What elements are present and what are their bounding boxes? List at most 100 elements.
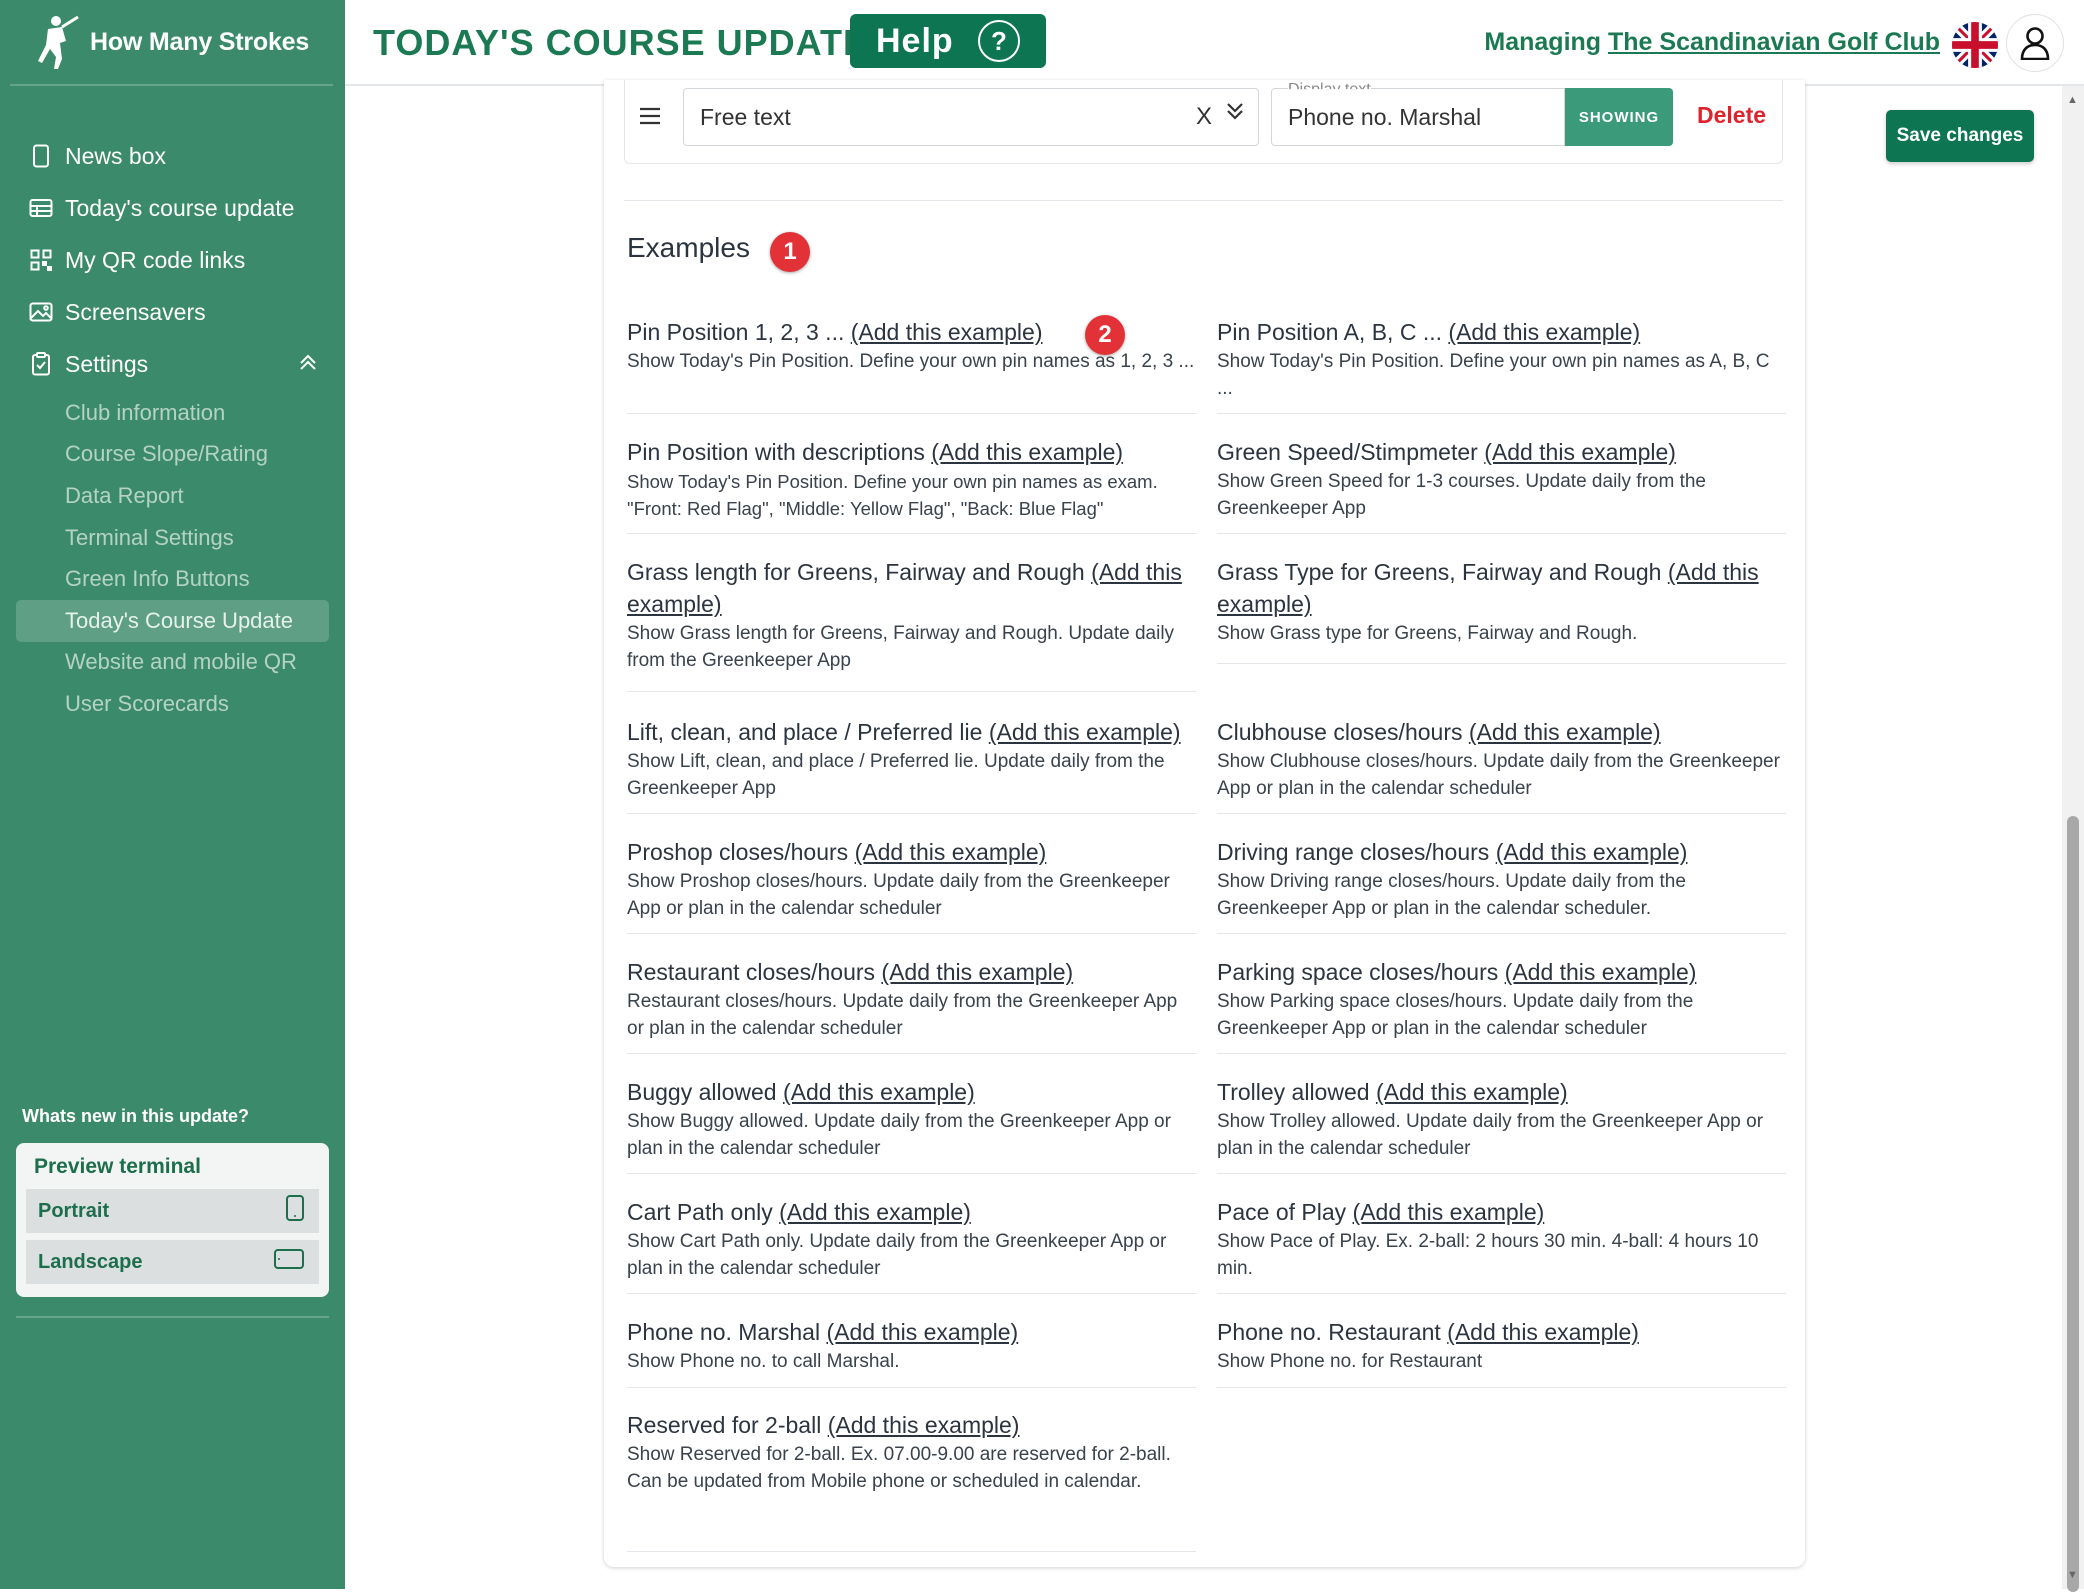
user-avatar-icon[interactable] (2006, 14, 2064, 72)
whats-new-link[interactable]: Whats new in this update? (22, 1106, 249, 1127)
example-title: Clubhouse closes/hours (1217, 719, 1463, 745)
sidebar-sub-terminal-settings[interactable]: Terminal Settings (0, 517, 345, 559)
add-example-link[interactable]: (Add this example) (1447, 1319, 1639, 1345)
example-item: Trolley allowed (Add this example) Show … (1217, 1076, 1786, 1174)
sidebar-item-settings[interactable]: Settings (0, 338, 345, 390)
example-desc: Show Trolley allowed. Update daily from … (1217, 1111, 1764, 1159)
clipboard-icon (28, 351, 54, 377)
add-example-link[interactable]: (Add this example) (931, 439, 1123, 465)
example-desc: Show Cart Path only. Update daily from t… (627, 1231, 1167, 1279)
example-item: Phone no. Marshal (Add this example) Sho… (627, 1316, 1196, 1388)
clear-select-button[interactable]: X (1196, 103, 1212, 131)
top-bar: TODAY'S COURSE UPDATE Help ? Managing Th… (345, 0, 2084, 86)
save-changes-button[interactable]: Save changes (1886, 110, 2034, 162)
example-desc: Show Buggy allowed. Update daily from th… (627, 1111, 1171, 1159)
sidebar-sub-course-slope-rating[interactable]: Course Slope/Rating (0, 434, 345, 476)
example-item: Pin Position A, B, C ... (Add this examp… (1217, 316, 1786, 414)
managing-prefix: Managing (1484, 28, 1602, 56)
example-item: Proshop closes/hours (Add this example) … (627, 836, 1196, 934)
example-desc: Show Pace of Play. Ex. 2-ball: 2 hours 3… (1217, 1231, 1759, 1279)
landscape-tablet-icon (273, 1248, 305, 1276)
add-example-link[interactable]: (Add this example) (1353, 1199, 1545, 1225)
add-example-link[interactable]: (Add this example) (1505, 959, 1697, 985)
example-desc: Show Lift, clean, and place / Preferred … (627, 751, 1165, 799)
display-text-input[interactable]: Display text Phone no. Marshal (1271, 81, 1565, 146)
example-title: Reserved for 2-ball (627, 1412, 822, 1438)
example-desc: Show Grass length for Greens, Fairway an… (627, 623, 1175, 671)
example-desc: Show Proshop closes/hours. Update daily … (627, 871, 1170, 919)
example-item: Phone no. Restaurant (Add this example) … (1217, 1316, 1786, 1388)
help-button[interactable]: Help ? (850, 14, 1046, 68)
add-example-link[interactable]: (Add this example) (779, 1199, 971, 1225)
field-row: Free text X Display text Phone no. Marsh… (624, 80, 1783, 164)
sidebar-divider (16, 1316, 329, 1318)
field-type-select[interactable]: Free text X (683, 88, 1259, 146)
delete-button[interactable]: Delete (1697, 102, 1766, 129)
example-item: Parking space closes/hours (Add this exa… (1217, 956, 1786, 1054)
add-example-link[interactable]: (Add this example) (1496, 839, 1688, 865)
add-example-link[interactable]: (Add this example) (1484, 439, 1676, 465)
example-desc: Show Phone no. to call Marshal. (627, 1351, 900, 1372)
image-icon (28, 299, 54, 325)
preview-portrait-button[interactable]: Portrait (26, 1189, 319, 1233)
chevron-up-icon[interactable] (299, 353, 317, 376)
example-title: Cart Path only (627, 1199, 773, 1225)
add-example-link[interactable]: (Add this example) (1448, 319, 1640, 345)
example-item: Pin Position with descriptions (Add this… (627, 436, 1196, 534)
example-item: Driving range closes/hours (Add this exa… (1217, 836, 1786, 934)
add-example-link[interactable]: (Add this example) (1469, 719, 1661, 745)
sidebar-item-todays-course-update[interactable]: Today's course update (0, 182, 345, 234)
sidebar-divider (10, 84, 333, 86)
example-title: Driving range closes/hours (1217, 839, 1490, 865)
help-label: Help (876, 21, 954, 60)
sidebar-sub-club-information[interactable]: Club information (0, 392, 345, 434)
app-logo[interactable]: How Many Strokes (32, 12, 309, 72)
add-example-link[interactable]: (Add this example) (828, 1412, 1020, 1438)
example-item: Clubhouse closes/hours (Add this example… (1217, 716, 1786, 814)
example-item: Reserved for 2-ball (Add this example) S… (627, 1409, 1196, 1552)
settings-submenu: Club information Course Slope/Rating Dat… (0, 392, 345, 725)
sidebar-item-news-box[interactable]: News box (0, 130, 345, 182)
example-desc: Show Parking space closes/hours. Update … (1217, 991, 1694, 1039)
add-example-link[interactable]: (Add this example) (826, 1319, 1018, 1345)
page-scrollbar[interactable]: ▲ ▼ (2062, 86, 2084, 1592)
scrollbar-thumb[interactable] (2067, 816, 2079, 1592)
add-example-link[interactable]: (Add this example) (881, 959, 1073, 985)
add-example-link[interactable]: (Add this example) (1376, 1079, 1568, 1105)
example-title: Restaurant closes/hours (627, 959, 876, 985)
example-title: Pin Position A, B, C ... (1217, 319, 1442, 345)
section-divider (624, 200, 1783, 201)
example-desc: Show Green Speed for 1-3 courses. Update… (1217, 471, 1706, 519)
sidebar-item-label: News box (65, 142, 166, 169)
add-example-link[interactable]: (Add this example) (855, 839, 1047, 865)
example-item: Grass Type for Greens, Fairway and Rough… (1217, 556, 1786, 664)
example-item: Grass length for Greens, Fairway and Rou… (627, 556, 1196, 692)
showing-toggle[interactable]: SHOWING (1565, 88, 1673, 146)
club-name-link[interactable]: The Scandinavian Golf Club (1608, 28, 1940, 56)
example-title: Grass Type for Greens, Fairway and Rough (1217, 559, 1662, 585)
sidebar-sub-website-mobile-qr[interactable]: Website and mobile QR (0, 642, 345, 684)
uk-flag-icon[interactable] (1952, 22, 1998, 68)
scroll-up-icon[interactable]: ▲ (2067, 94, 2078, 106)
add-example-link[interactable]: (Add this example) (851, 319, 1043, 345)
drag-handle-icon[interactable] (639, 100, 661, 132)
sidebar-sub-data-report[interactable]: Data Report (0, 475, 345, 517)
example-desc: Show Today's Pin Position. Define your o… (627, 471, 1158, 519)
app-name: How Many Strokes (90, 27, 310, 56)
example-desc: Show Today's Pin Position. Define your o… (1217, 351, 1770, 399)
sidebar-item-qr-code-links[interactable]: My QR code links (0, 234, 345, 286)
sidebar-item-screensavers[interactable]: Screensavers (0, 286, 345, 338)
scroll-down-icon[interactable]: ▼ (2067, 1569, 2078, 1581)
example-title: Trolley allowed (1217, 1079, 1370, 1105)
sidebar-sub-user-scorecards[interactable]: User Scorecards (0, 683, 345, 725)
sidebar-sub-green-info-buttons[interactable]: Green Info Buttons (0, 558, 345, 600)
example-desc: Show Reserved for 2-ball. Ex. 07.00-9.00… (627, 1444, 1171, 1492)
preview-landscape-button[interactable]: Landscape (26, 1240, 319, 1284)
sidebar-sub-todays-course-update[interactable]: Today's Course Update (16, 599, 329, 642)
example-desc: Restaurant closes/hours. Update daily fr… (627, 991, 1178, 1039)
course-update-card: Free text X Display text Phone no. Marsh… (604, 80, 1805, 1567)
chevron-down-icon[interactable] (1226, 101, 1244, 127)
example-item: Buggy allowed (Add this example) Show Bu… (627, 1076, 1196, 1174)
add-example-link[interactable]: (Add this example) (783, 1079, 975, 1105)
add-example-link[interactable]: (Add this example) (989, 719, 1181, 745)
